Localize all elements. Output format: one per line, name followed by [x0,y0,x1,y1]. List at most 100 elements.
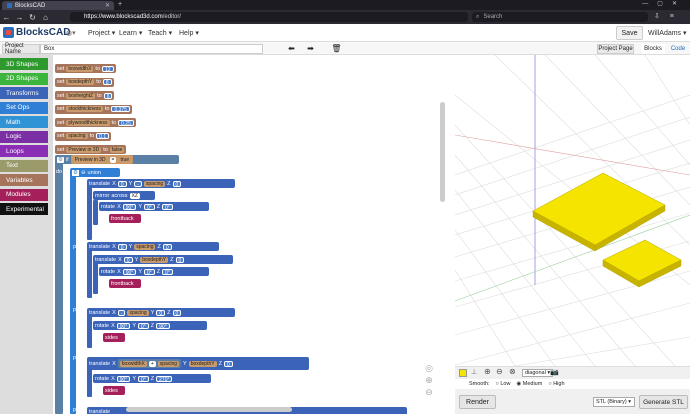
set-block-6[interactable]: set spacing to 0.1 [55,131,112,141]
category-loops[interactable]: Loops [0,145,48,157]
category-text[interactable]: Text [0,159,48,172]
set-var-field[interactable]: spacing [66,133,88,139]
workspace-zoom-controls[interactable]: ◎ ⊕ ⊖ [423,362,435,398]
category-experimental[interactable]: Experimental [0,203,48,215]
set-value-field[interactable]: 0.25 [118,119,134,127]
menu-learn[interactable]: Learn ▾ [119,29,142,37]
set-value-field[interactable]: false [109,146,125,153]
rotate-block-4[interactable]: rotate X 90° Y 0° Z 270° [93,374,211,383]
minus-icon[interactable]: ⊖ [81,170,86,176]
rotate-block-1[interactable]: rotate X 90° Y 0° Z 0° [99,202,209,211]
set-var-field[interactable]: plywoodthickness [66,119,110,126]
workspace-horizontal-scrollbar[interactable] [126,407,292,412]
translate-block-4[interactable]: translate X - spacing Y0 Z0 [87,308,235,317]
browser-tab[interactable]: BlocksCAD ✕ [2,1,114,10]
tab-blocks[interactable]: Blocks [641,44,665,54]
project-name-input[interactable]: Box [40,44,263,54]
zoom-reset-icon[interactable]: ◎ [423,362,435,374]
view-cube-icon[interactable]: ⊗ [509,367,516,376]
menu-teach[interactable]: Teach ▾ [148,29,172,37]
set-block-1[interactable]: set boxwidthX to 12 [55,64,116,73]
forward-icon[interactable]: → [13,13,26,22]
cond-var[interactable]: Preview in 3D [72,156,108,163]
tab-code[interactable]: Code [668,44,688,54]
zoom-out-viewer-icon[interactable]: ⊖ [496,367,503,376]
language-globe-icon[interactable]: ◍▾ [66,29,76,37]
browser-menu-icons[interactable]: ⇩ ≡ [654,12,678,20]
home-icon[interactable]: ⌂ [39,13,52,22]
trash-icon[interactable]: 🗑 [330,43,343,54]
translate-block-2[interactable]: translate X0 Yspacing Z0 [87,242,219,251]
sides-call-2[interactable]: sides [103,386,125,395]
smooth-high-radio[interactable]: ○ High [548,381,564,387]
union-gear-icon[interactable]: ⚙ [72,169,79,176]
category-logic[interactable]: Logic [0,130,48,143]
zoom-out-icon[interactable]: ⊖ [423,386,435,398]
redo-icon[interactable]: ➡ [304,43,317,54]
set-var-field[interactable]: boxheightZ [66,92,96,99]
category-3d-shapes[interactable]: 3D Shapes [0,58,48,70]
back-icon[interactable]: ← [0,13,13,22]
set-value-field[interactable]: 0.375 [111,106,130,113]
undo-icon[interactable]: ⬅ [285,43,298,54]
translate-block-1[interactable]: translate X0 Y - spacing Z0 [87,179,235,188]
color-swatch[interactable] [459,369,467,377]
settings-gear-icon[interactable]: ⚙ [57,156,64,163]
camera-icon[interactable]: 📷 [550,368,559,376]
category-modules[interactable]: Modules [0,188,48,201]
condition-compare[interactable]: Preview in 3D = true [70,155,134,164]
frontback-call-1[interactable]: frontback [109,214,141,223]
category-variables[interactable]: Variables [0,174,48,186]
category-2d-shapes[interactable]: 2D Shapes [0,72,48,85]
mirror-block[interactable]: mirror across XZ [93,191,155,200]
menu-project[interactable]: Project ▾ [88,29,115,37]
rotate-block-2[interactable]: rotate X 90° Y 0° Z 0° [99,267,209,276]
if-block[interactable]: ⚙ if Preview in 3D = true [55,155,179,164]
union-block[interactable]: ⚙ ⊖ union [70,168,120,177]
new-tab-icon[interactable]: + [118,1,122,8]
generate-stl-button[interactable]: Generate STL [639,395,688,409]
view-select[interactable]: diagonal ▾ [522,369,554,377]
set-block-7[interactable]: set Preview in 3D to false [55,145,127,154]
save-button[interactable]: Save [616,26,643,40]
render-button[interactable]: Render [459,395,496,409]
smooth-low-radio[interactable]: ○ Low [495,381,510,387]
stl-format-select[interactable]: STL (Binary) ▾ [593,397,635,407]
set-var-field[interactable]: boxdepthY [66,79,95,85]
user-menu[interactable]: WillAdams ▾ [648,29,687,37]
set-var-field[interactable]: stockthickness [66,106,103,112]
blockscad-logo[interactable]: BlocksCAD [3,27,70,38]
window-controls[interactable]: —▢✕ [642,0,686,7]
cond-op[interactable]: = [109,156,117,163]
viewer-canvas[interactable] [455,55,690,367]
sides-call-1[interactable]: sides [103,333,125,342]
workspace-vertical-scrollbar[interactable] [440,102,445,202]
set-value-field[interactable]: 12 [102,65,114,73]
set-value-field[interactable]: 6 [103,92,113,100]
smooth-medium-radio[interactable]: ◉ Medium [516,381,542,387]
menu-help[interactable]: Help ▾ [179,29,199,37]
frontback-call-2[interactable]: frontback [109,279,141,288]
block-workspace[interactable]: set boxwidthX to 12 set boxdepthY to 8 set boxhei… [53,55,455,414]
set-block-2[interactable]: set boxdepthY to 8 [55,77,114,87]
set-value-field[interactable]: 0.1 [96,133,110,140]
zoom-in-icon[interactable]: ⊕ [423,374,435,386]
set-block-5[interactable]: set plywoodthickness to 0.25 [55,118,136,127]
set-value-field[interactable]: 8 [102,79,112,86]
translate-block-3[interactable]: translate X0 YboxdepthY Z0 [93,255,233,264]
browser-search-input[interactable]: ⌕ Search [472,12,648,22]
translate-block-5[interactable]: translate X boxwidthX + spacing YboxdepthY… [87,357,309,370]
set-block-4[interactable]: set stockthickness to 0.375 [55,104,132,114]
rotate-block-3[interactable]: rotate X 90° Y 0° Z 90° [93,321,207,330]
zoom-in-viewer-icon[interactable]: ⊕ [484,367,491,376]
category-set-ops[interactable]: Set Ops [0,101,48,114]
cond-val[interactable]: true [118,156,132,163]
3d-viewer[interactable] [455,55,690,414]
url-bar[interactable]: https://www.blockscad3d.com/editor/ [70,12,468,22]
sum-expression[interactable]: boxwidthX + spacing [117,359,182,368]
set-var-field[interactable]: Preview in 3D [66,146,102,153]
close-tab-icon[interactable]: ✕ [105,2,110,9]
category-transforms[interactable]: Transforms [0,87,48,99]
category-math[interactable]: Math [0,116,48,128]
set-var-field[interactable]: boxwidthX [66,65,94,72]
